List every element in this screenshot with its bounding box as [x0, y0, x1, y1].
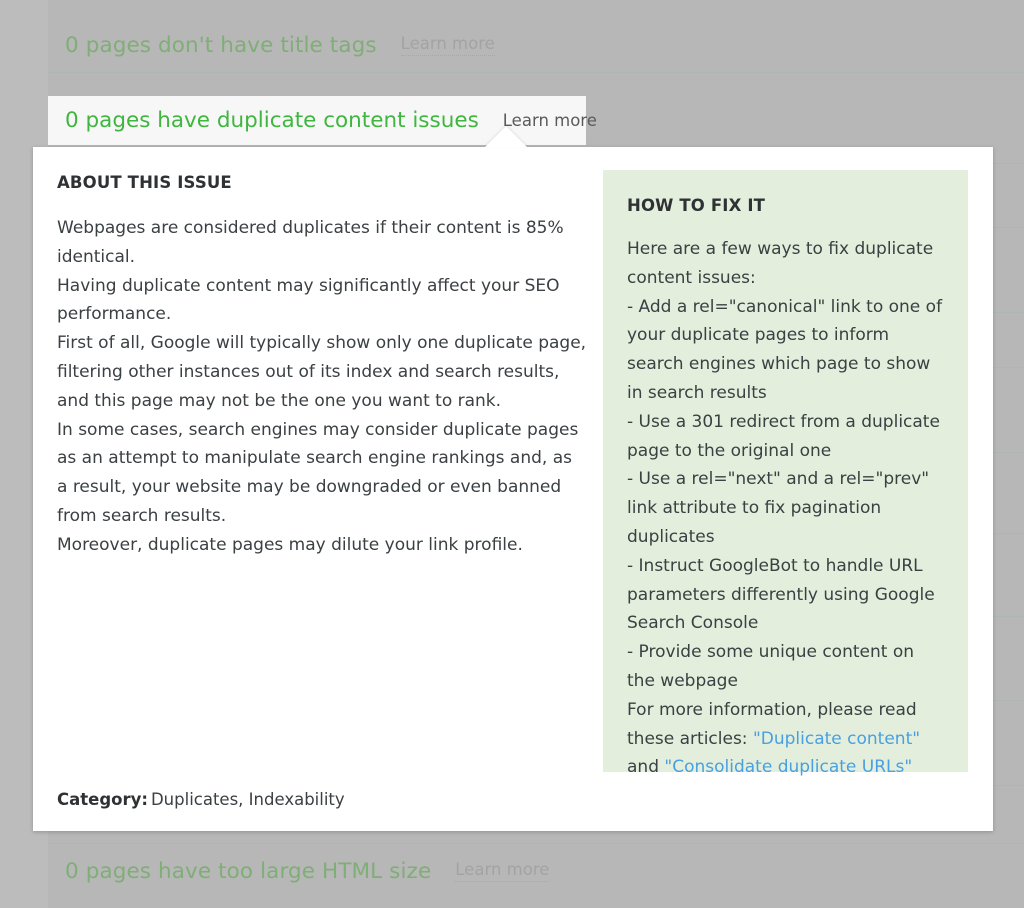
learn-more-link[interactable]: Learn more [455, 860, 549, 882]
fix-list-item: - Use a rel="next" and a rel="prev" link… [627, 465, 944, 551]
issue-details-popover: ABOUT THIS ISSUE Webpages are considered… [33, 147, 993, 831]
active-issue-label: 0 pages have duplicate content issues [65, 108, 479, 133]
learn-more-link[interactable]: Learn more [401, 34, 495, 56]
fix-list-item: - Instruct GoogleBot to handle URL param… [627, 552, 944, 638]
fix-intro: Here are a few ways to fix duplicate con… [627, 235, 944, 293]
fix-list-item: - Add a rel="canonical" link to one of y… [627, 293, 944, 408]
fix-section-title: HOW TO FIX IT [627, 196, 944, 215]
about-this-issue-section: ABOUT THIS ISSUE Webpages are considered… [57, 173, 587, 560]
fix-section-body: Here are a few ways to fix duplicate con… [627, 235, 944, 782]
about-section-title: ABOUT THIS ISSUE [57, 173, 587, 192]
about-paragraph: Moreover, duplicate pages may dilute you… [57, 531, 587, 560]
fix-outro-joiner: and [627, 757, 664, 777]
how-to-fix-it-section: HOW TO FIX IT Here are a few ways to fix… [603, 170, 968, 772]
popover-arrow-icon [485, 126, 527, 147]
issue-row[interactable]: 0 pages don't have title tags Learn more [48, 22, 1024, 68]
issue-label: 0 pages have too large HTML size [65, 859, 431, 884]
category-values: Duplicates, Indexability [151, 790, 345, 809]
category-label: Category: [57, 790, 148, 809]
fix-list-item: - Use a 301 redirect from a duplicate pa… [627, 408, 944, 466]
category-line: Category:Duplicates, Indexability [57, 790, 345, 809]
row-divider [48, 72, 1024, 73]
about-paragraph: Having duplicate content may significant… [57, 272, 587, 330]
issue-row[interactable]: 0 pages have too large HTML size Learn mo… [48, 848, 1024, 894]
about-paragraph: Webpages are considered duplicates if th… [57, 214, 587, 272]
fix-outro: For more information, please read these … [627, 696, 944, 782]
consolidate-urls-article-link[interactable]: "Consolidate duplicate URLs" [664, 757, 912, 777]
about-paragraph: First of all, Google will typically show… [57, 329, 587, 415]
fix-list-item: - Provide some unique content on the web… [627, 638, 944, 696]
about-paragraph: In some cases, search engines may consid… [57, 416, 587, 531]
duplicate-content-article-link[interactable]: "Duplicate content" [753, 729, 920, 749]
about-section-body: Webpages are considered duplicates if th… [57, 214, 587, 560]
row-divider [48, 843, 1024, 844]
issue-label: 0 pages don't have title tags [65, 33, 377, 58]
